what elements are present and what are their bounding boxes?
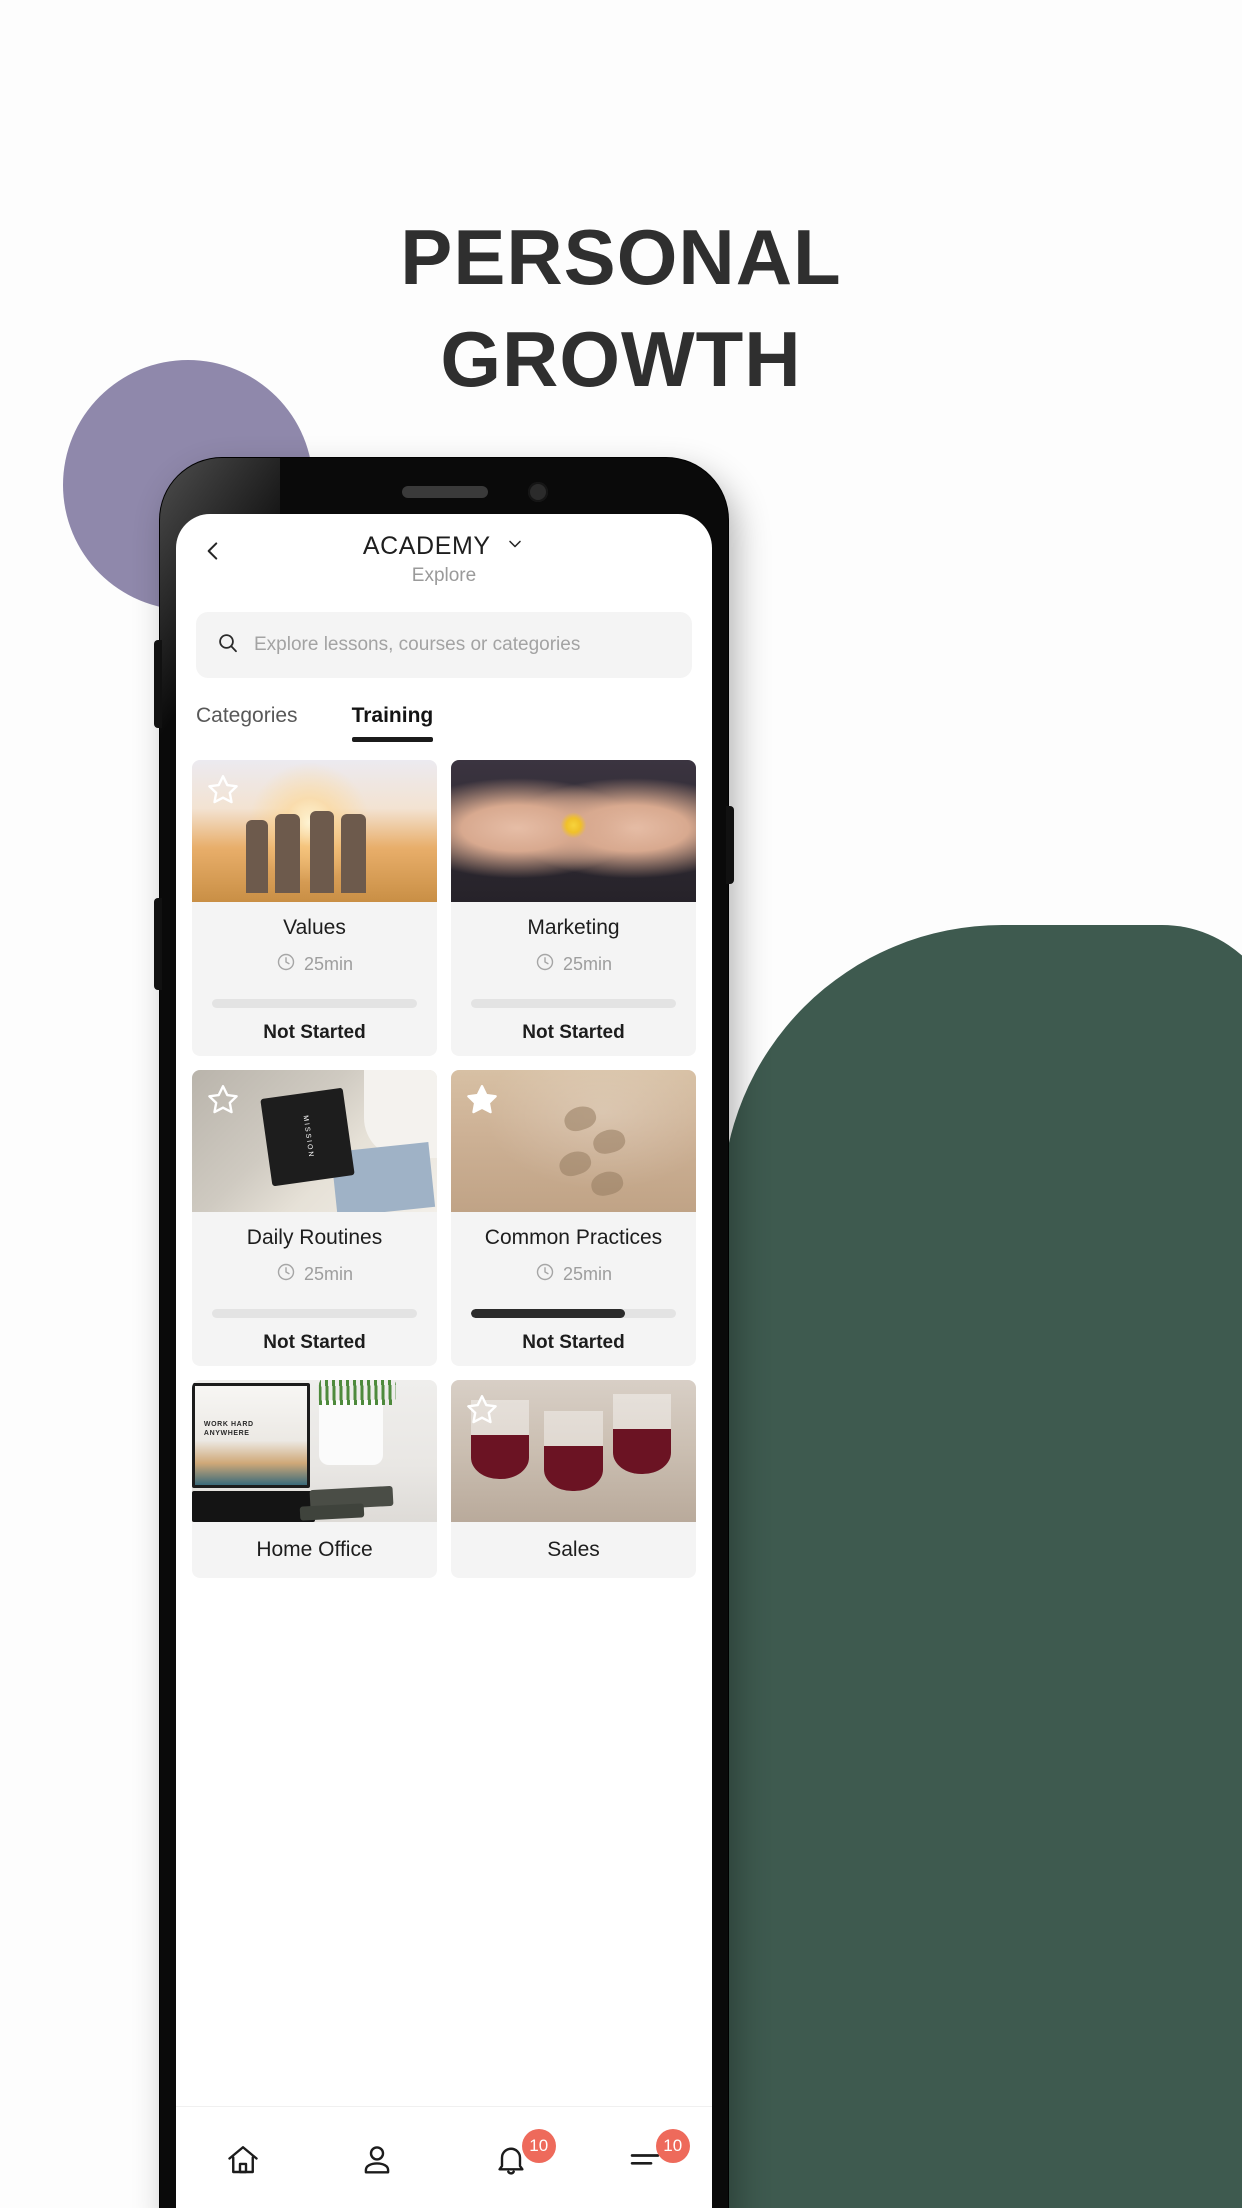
card-duration: 25min <box>204 952 425 977</box>
card-body: Common Practices 25min Not Started <box>451 1212 696 1366</box>
card-duration-label: 25min <box>562 954 613 974</box>
card-status: Not Started <box>522 1022 625 1043</box>
front-camera <box>528 482 548 502</box>
desk-laptop-image: WORK HARD ANYWHERE <box>192 1380 437 1522</box>
nav-item-notifications[interactable]: 10 <box>444 2107 578 2208</box>
card-body: Marketing 25min Not Started <box>451 902 696 1056</box>
progress-bar <box>212 1309 417 1318</box>
green-shape-decoration <box>722 925 1242 2208</box>
search-icon <box>216 631 240 660</box>
phone-mockup: ACADEMY Explore Explore lessons, courses… <box>154 458 734 2208</box>
menu-badge: 10 <box>655 2129 690 2163</box>
card-duration: 25min <box>204 1262 425 1287</box>
training-card[interactable]: WORK HARD ANYWHERE Home Office <box>192 1380 437 1578</box>
favorite-star-icon[interactable] <box>465 1082 499 1116</box>
training-card[interactable]: Values 25min Not Started <box>192 760 437 1056</box>
card-title: Home Office <box>256 1538 373 1561</box>
card-thumbnail <box>451 760 696 902</box>
bottom-navigation: 10 10 <box>176 2106 712 2208</box>
training-card[interactable]: MISSION Daily Routines 25min Not Started <box>192 1070 437 1366</box>
card-title: Marketing <box>527 916 620 939</box>
progress-fill <box>471 1309 625 1318</box>
card-status: Not Started <box>263 1022 366 1043</box>
favorite-star-icon[interactable] <box>465 1392 499 1426</box>
clock-icon <box>535 1262 555 1287</box>
training-card[interactable]: Common Practices 25min Not Started <box>451 1070 696 1366</box>
clock-icon <box>276 952 296 977</box>
notification-badge: 10 <box>521 2129 556 2163</box>
earpiece-speaker <box>402 486 488 498</box>
hands-flower-image <box>451 760 696 902</box>
favorite-star-icon[interactable] <box>206 772 240 806</box>
tab-training[interactable]: Training <box>351 704 433 742</box>
clock-icon <box>535 952 555 977</box>
power-button <box>726 806 734 884</box>
card-title: Common Practices <box>484 1226 663 1249</box>
chevron-down-icon[interactable] <box>505 534 525 559</box>
card-body: Home Office <box>192 1522 437 1578</box>
nav-item-profile[interactable] <box>310 2107 444 2208</box>
chevron-left-icon[interactable] <box>200 538 226 564</box>
card-body: Daily Routines 25min Not Started <box>192 1212 437 1366</box>
nav-item-menu[interactable]: 10 <box>578 2107 712 2208</box>
training-card-grid: Values 25min Not Started Marketing 25min… <box>176 742 712 1578</box>
card-status: Not Started <box>263 1332 366 1353</box>
headline-line-1: PERSONAL <box>400 213 842 301</box>
search-placeholder: Explore lessons, courses or categories <box>254 634 581 655</box>
card-thumbnail: WORK HARD ANYWHERE <box>192 1380 437 1522</box>
card-status: Not Started <box>522 1332 625 1353</box>
card-duration-label: 25min <box>562 1264 613 1284</box>
poster-canvas: PERSONAL GROWTH ACADEMY Explore Explore … <box>0 0 1242 2208</box>
card-duration-label: 25min <box>303 954 354 974</box>
app-title: ACADEMY <box>362 532 491 560</box>
person-icon <box>359 2142 395 2183</box>
search-section: Explore lessons, courses or categories <box>176 596 712 678</box>
clock-icon <box>276 1262 296 1287</box>
tab-categories[interactable]: Categories <box>196 704 298 742</box>
training-card[interactable]: Sales <box>451 1380 696 1578</box>
app-subtitle: Explore <box>411 565 477 586</box>
progress-bar <box>212 999 417 1008</box>
app-header: ACADEMY Explore <box>176 514 712 596</box>
card-thumbnail <box>451 1070 696 1212</box>
card-title: Daily Routines <box>246 1226 383 1249</box>
card-duration-label: 25min <box>303 1264 354 1284</box>
card-thumbnail <box>192 760 437 902</box>
home-icon <box>225 2142 261 2183</box>
progress-bar <box>471 1309 676 1318</box>
app-title-block[interactable]: ACADEMY Explore <box>176 514 712 587</box>
card-duration: 25min <box>463 952 684 977</box>
card-title: Sales <box>547 1538 600 1561</box>
card-thumbnail: MISSION <box>192 1070 437 1212</box>
card-duration: 25min <box>463 1262 684 1287</box>
card-thumbnail <box>451 1380 696 1522</box>
card-title: Values <box>283 916 346 939</box>
phone-screen: ACADEMY Explore Explore lessons, courses… <box>176 514 712 2208</box>
card-body: Values 25min Not Started <box>192 902 437 1056</box>
nav-item-home[interactable] <box>176 2107 310 2208</box>
search-input[interactable]: Explore lessons, courses or categories <box>196 612 692 678</box>
volume-down-button <box>154 898 162 990</box>
training-card[interactable]: Marketing 25min Not Started <box>451 760 696 1056</box>
tab-bar: Categories Training <box>176 678 712 742</box>
progress-bar <box>471 999 676 1008</box>
favorite-star-icon[interactable] <box>206 1082 240 1116</box>
card-body: Sales <box>451 1522 696 1578</box>
volume-up-button <box>154 640 162 728</box>
